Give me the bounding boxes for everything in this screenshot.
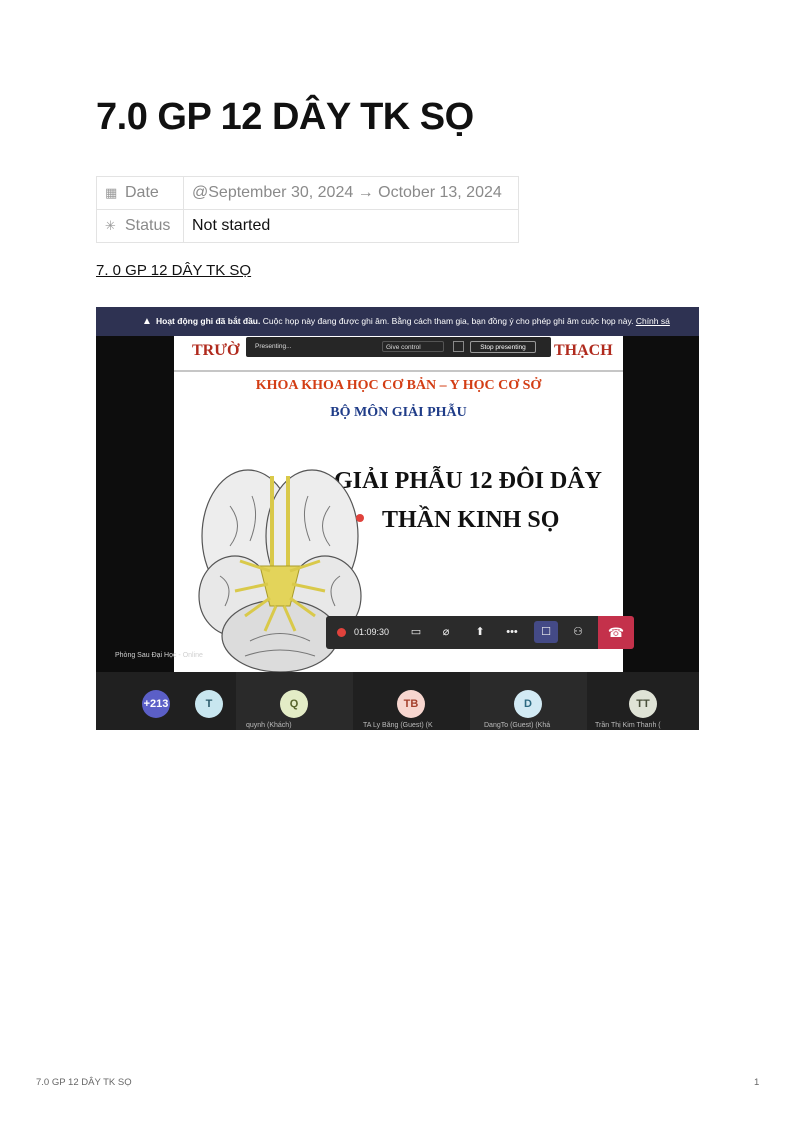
status-value[interactable]: Not started [183,209,519,243]
attachment-link[interactable]: 7. 0 GP 12 DÂY TK SỌ [96,262,251,279]
recording-banner: ▲ Hoạt động ghi đã bắt đầu. Cuộc họp này… [96,307,699,336]
warning-icon: ▲ [142,316,152,327]
calendar-icon: ▦ [105,185,118,200]
date-value[interactable]: @September 30, 2024 → October 13, 2024 [183,176,519,210]
properties-table: ▦ Date @September 30, 2024 → October 13, … [96,176,519,243]
page-title: 7.0 GP 12 DÂY TK SỌ [96,96,474,138]
participant-name: DangTo (Guest) (Khá [484,722,551,729]
participant-tile[interactable]: Q quynh (Khách) [236,672,353,730]
participant-tile[interactable]: TB TA Ly Băng (Guest) (K [353,672,470,730]
share-screen-icon[interactable]: ⬆ [468,621,492,643]
participant-avatar: D [514,690,542,718]
property-label: Status [125,217,171,234]
property-row-status: ✳ Status Not started [96,209,519,243]
property-key-date: ▦ Date [96,176,184,210]
slide-faculty: KHOA KHOA HỌC CƠ BẢN – Y HỌC CƠ SỞ [255,378,542,393]
chat-icon[interactable]: ☐ [534,621,558,643]
mic-muted-icon[interactable]: ⌀ [434,621,458,643]
leave-call-button[interactable]: ☎ [598,616,634,649]
slide-department: BỘ MÔN GIẢI PHẪU [330,405,467,420]
slide-title-line1: GIẢI PHẪU 12 ĐÔI DÂY [334,468,603,494]
presenting-status: Presenting... [255,343,292,350]
recording-banner-text: Cuộc họp này đang được ghi âm. Bằng cách… [262,316,634,326]
give-control-select[interactable]: Give control [382,341,444,352]
recording-policy-link[interactable]: Chính sá [636,316,670,326]
participant-avatar: +213 [142,690,170,718]
participant-name: TA Ly Băng (Guest) (K [363,722,433,729]
slide-school-name-end: THẠCH [554,342,613,359]
participant-avatar: Q [280,690,308,718]
participant-tile[interactable]: TT Trần Thị Kim Thanh ( [587,672,699,730]
participant-name: Trần Thị Kim Thanh ( [595,722,661,729]
meeting-controls: 01:09:30 ▭ ⌀ ⬆ ••• ☐ ⚇ ☎ [326,616,634,649]
page-number: 1 [754,1077,760,1088]
participant-tile[interactable]: D DangTo (Guest) (Khá [470,672,587,730]
room-label: Phòng Sau Đại Học - Online [115,652,203,659]
embedded-screenshot: ▲ Hoạt động ghi đã bắt đầu. Cuộc họp này… [96,307,699,730]
stop-presenting-button[interactable]: Stop presenting [470,341,536,353]
participants-icon[interactable]: ⚇ [566,621,590,643]
footer-title: 7.0 GP 12 DÂY TK SỌ [36,1077,132,1088]
recording-banner-bold: Hoạt động ghi đã bắt đầu. [156,316,261,326]
property-label: Date [125,184,159,201]
slide-title-line2: THẦN KINH SỌ [382,507,560,533]
more-options-icon[interactable]: ••• [500,621,524,643]
slide-divider [174,370,623,372]
participant-tile-overflow[interactable]: +213 T [96,672,236,730]
property-row-date: ▦ Date @September 30, 2024 → October 13, … [96,176,519,210]
participant-avatar: T [195,690,223,718]
participant-gallery: +213 T Q quynh (Khách) TB TA Ly Băng (Gu… [96,672,699,730]
property-key-status: ✳ Status [96,209,184,243]
pop-out-icon[interactable] [453,341,464,352]
slide-school-name: TRƯỜ [192,342,240,359]
presenting-toolbar: Presenting... Give control Stop presenti… [246,337,551,357]
camera-off-icon[interactable]: ▭ [404,621,428,643]
meeting-timer: 01:09:30 [354,627,390,637]
recording-icon [337,628,346,637]
participant-avatar: TB [397,690,425,718]
status-icon: ✳ [105,218,116,233]
participant-avatar: TT [629,690,657,718]
participant-name: quynh (Khách) [246,722,292,729]
